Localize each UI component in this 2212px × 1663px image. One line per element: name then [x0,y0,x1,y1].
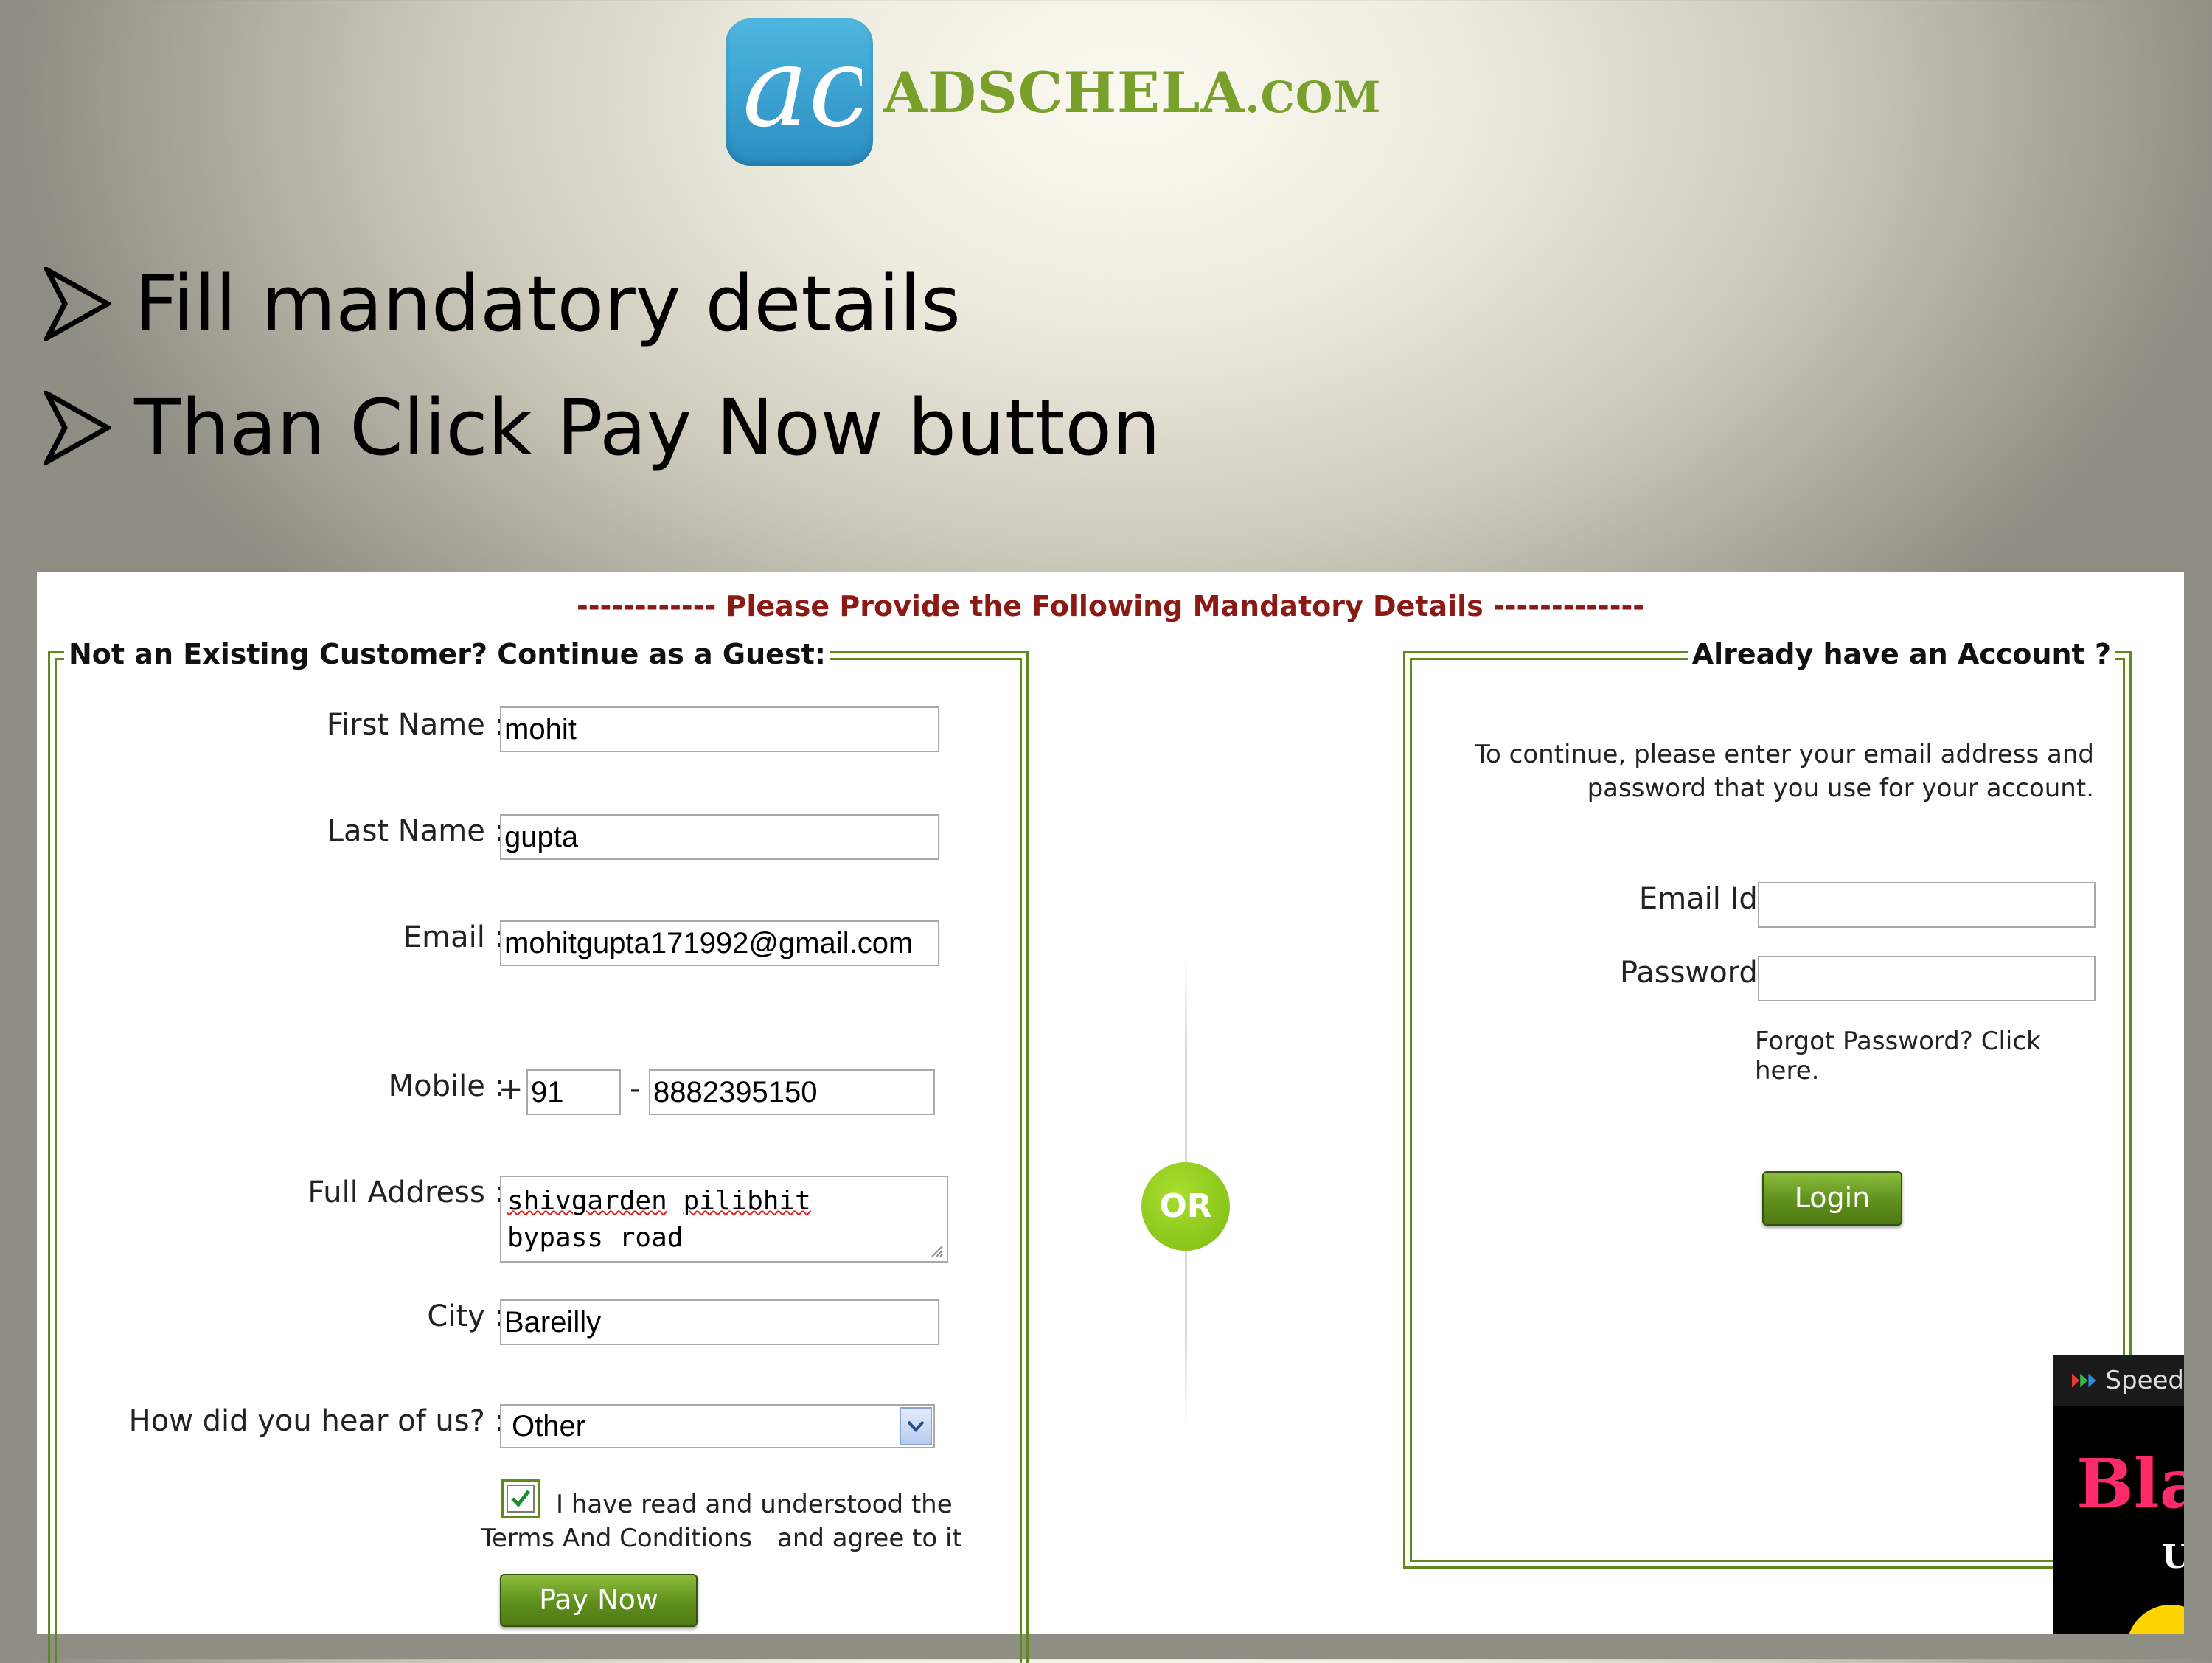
guest-fieldset-legend: Not an Existing Customer? Continue as a … [64,638,830,670]
login-password-label: Password : [1619,956,1777,990]
referral-source-select[interactable]: Other [500,1404,935,1448]
logo-mark-icon: ac [726,18,873,166]
instruction-bullet-1: Fill mandatory details [44,259,961,349]
arrow-bullet-icon [44,267,111,341]
instruction-text-1: Fill mandatory details [134,259,961,349]
mobile-plus-sign: + [498,1072,524,1106]
pay-now-button[interactable]: Pay Now [500,1574,698,1627]
mobile-label: Mobile : [388,1069,504,1103]
checkmark-icon [507,1485,535,1513]
speed-ad-widget[interactable]: Speed Bla U [2053,1355,2184,1634]
login-password-input[interactable] [1758,956,2096,1001]
instruction-bullet-2: Than Click Pay Now button [44,383,1161,473]
ad-header: Speed [2053,1355,2184,1406]
login-email-input[interactable] [1758,882,2096,928]
referral-source-label: How did you hear of us? : [128,1404,504,1438]
logo-wordmark: ADSCHELA.COM [883,59,1382,125]
mobile-dash: - [630,1072,641,1106]
ad-subline: U [2162,1538,2184,1576]
checkout-form-panel: ------------ Please Provide the Followin… [37,572,2184,1663]
email-input[interactable]: mohitgupta171992@gmail.com [500,920,939,966]
forgot-password-link[interactable]: Forgot Password? Click here. [1755,1027,2041,1086]
terms-and-conditions-link[interactable]: Terms And Conditions [481,1524,752,1553]
full-address-label: Full Address : [307,1176,504,1209]
svg-text:ac: ac [742,37,862,147]
terms-checkbox[interactable] [501,1479,540,1518]
login-email-label: Email Id : [1638,882,1777,916]
first-name-input[interactable]: mohit [500,706,939,752]
last-name-label: Last Name : [327,814,504,848]
account-intro-text: To continue, please enter your email add… [1475,740,2094,803]
terms-text-line1: I have read and understood the [556,1490,953,1519]
terms-text-line2: and agree to it [777,1524,962,1553]
mobile-country-code-input[interactable]: 91 [526,1069,621,1115]
ad-speed-label: Speed [2105,1366,2184,1395]
or-badge: OR [1141,1162,1230,1251]
adschela-logo: ac ADSCHELA.COM [726,18,1381,167]
play-arrows-icon [2072,1373,2096,1388]
mobile-number-input[interactable]: 8882395150 [649,1069,935,1115]
mandatory-details-heading: ------------ Please Provide the Followin… [576,590,1645,622]
full-address-textarea[interactable]: shivgarden pilibhit bypass road [500,1176,948,1263]
chevron-down-icon[interactable] [900,1407,932,1445]
ad-headline: Bla [2076,1444,2184,1524]
first-name-label: First Name : [326,708,504,742]
resize-grip-icon[interactable] [931,1245,944,1258]
login-button[interactable]: Login [1762,1171,1902,1226]
instruction-text-2: Than Click Pay Now button [134,383,1161,473]
arrow-bullet-icon [44,391,111,465]
ad-yellow-circle [2126,1605,2184,1634]
account-fieldset-legend: Already have an Account ? [1687,638,2115,670]
city-input[interactable]: Bareilly [500,1299,939,1345]
last-name-input[interactable]: gupta [500,814,939,860]
email-label: Email : [403,920,504,954]
referral-source-value: Other [512,1410,586,1442]
city-label: City : [427,1299,504,1333]
